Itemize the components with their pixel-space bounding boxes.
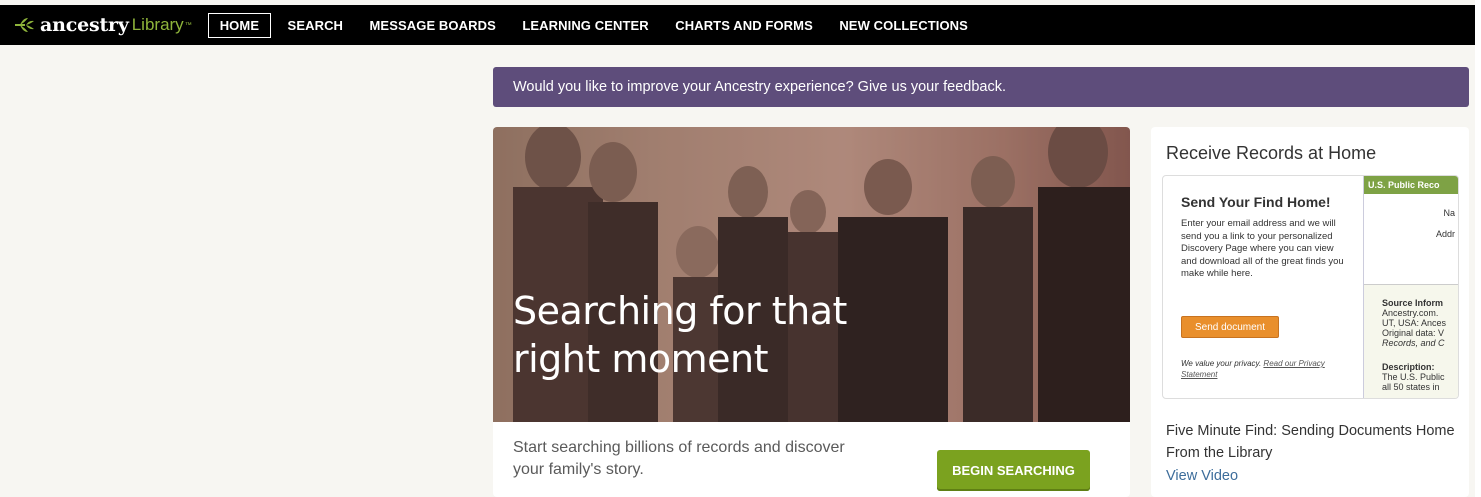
panel-title: Receive Records at Home bbox=[1166, 143, 1377, 163]
source-title: Source Inform bbox=[1382, 298, 1444, 308]
feedback-text[interactable]: Would you like to improve your Ancestry … bbox=[513, 79, 1006, 95]
logo-trademark: ™ bbox=[184, 21, 192, 29]
hero-photo: Searching for that right moment bbox=[493, 127, 1130, 422]
nav-charts-and-forms[interactable]: CHARTS AND FORMS bbox=[675, 18, 813, 33]
main-nav: HOME SEARCH MESSAGE BOARDS LEARNING CENT… bbox=[202, 12, 990, 38]
description-line: The U.S. Public bbox=[1382, 372, 1445, 382]
five-minute-find-text: Five Minute Find: Sending Documents Home… bbox=[1166, 423, 1455, 461]
send-document-button[interactable]: Send document bbox=[1181, 316, 1279, 338]
record-preview: U.S. Public Reco Na Addr Source Inform A… bbox=[1363, 176, 1458, 398]
nav-message-boards[interactable]: MESSAGE BOARDS bbox=[370, 18, 496, 33]
description-title: Description: bbox=[1382, 362, 1435, 372]
logo-ancestry-text: ancestry bbox=[40, 14, 129, 36]
top-nav-bar: ancestry Library ™ HOME SEARCH MESSAGE B… bbox=[0, 5, 1475, 45]
source-line: Records, and C bbox=[1382, 338, 1445, 348]
nav-learning-center[interactable]: LEARNING CENTER bbox=[522, 18, 648, 33]
source-line: Ancestry.com. bbox=[1382, 308, 1439, 318]
record-source: Source Inform Ancestry.com. UT, USA: Anc… bbox=[1382, 298, 1446, 348]
description-line: all 50 states in bbox=[1382, 382, 1440, 392]
record-name-label: Na bbox=[1443, 208, 1455, 218]
record-address-label: Addr bbox=[1435, 229, 1455, 239]
receive-records-panel: Receive Records at Home Send Your Find H… bbox=[1151, 127, 1469, 497]
hero-subtext: Start searching billions of records and … bbox=[513, 439, 845, 478]
hero-card: Searching for that right moment Start se… bbox=[493, 127, 1130, 497]
view-video-link[interactable]: View Video bbox=[1166, 468, 1238, 484]
record-preview-header: U.S. Public Reco bbox=[1364, 176, 1458, 194]
promo-body: Enter your email address and we will sen… bbox=[1181, 218, 1344, 279]
ancestry-library-logo[interactable]: ancestry Library ™ bbox=[14, 14, 192, 36]
page-scrollbar[interactable] bbox=[1475, 0, 1481, 497]
send-find-home-promo[interactable]: Send Your Find Home! Enter your email ad… bbox=[1162, 175, 1459, 399]
leaf-icon bbox=[15, 18, 34, 32]
privacy-text: We value your privacy. bbox=[1181, 359, 1262, 368]
nav-new-collections[interactable]: NEW COLLECTIONS bbox=[839, 18, 968, 33]
nav-search[interactable]: SEARCH bbox=[288, 18, 344, 33]
source-line: Original data: V bbox=[1382, 328, 1445, 338]
promo-heading: Send Your Find Home! bbox=[1181, 194, 1331, 210]
nav-home[interactable]: HOME bbox=[207, 12, 272, 38]
record-description: Description: The U.S. Public all 50 stat… bbox=[1382, 362, 1445, 392]
begin-searching-button[interactable]: BEGIN SEARCHING bbox=[937, 450, 1090, 491]
record-fields: Na Addr bbox=[1364, 194, 1458, 285]
hero-headline: Searching for that right moment bbox=[513, 289, 847, 381]
promo-text-area: Send Your Find Home! Enter your email ad… bbox=[1163, 176, 1363, 398]
logo-library-text: Library bbox=[131, 15, 184, 34]
source-line: UT, USA: Ances bbox=[1382, 318, 1447, 328]
privacy-note: We value your privacy. Read our Privacy … bbox=[1181, 358, 1351, 380]
feedback-banner[interactable]: Would you like to improve your Ancestry … bbox=[493, 67, 1469, 107]
